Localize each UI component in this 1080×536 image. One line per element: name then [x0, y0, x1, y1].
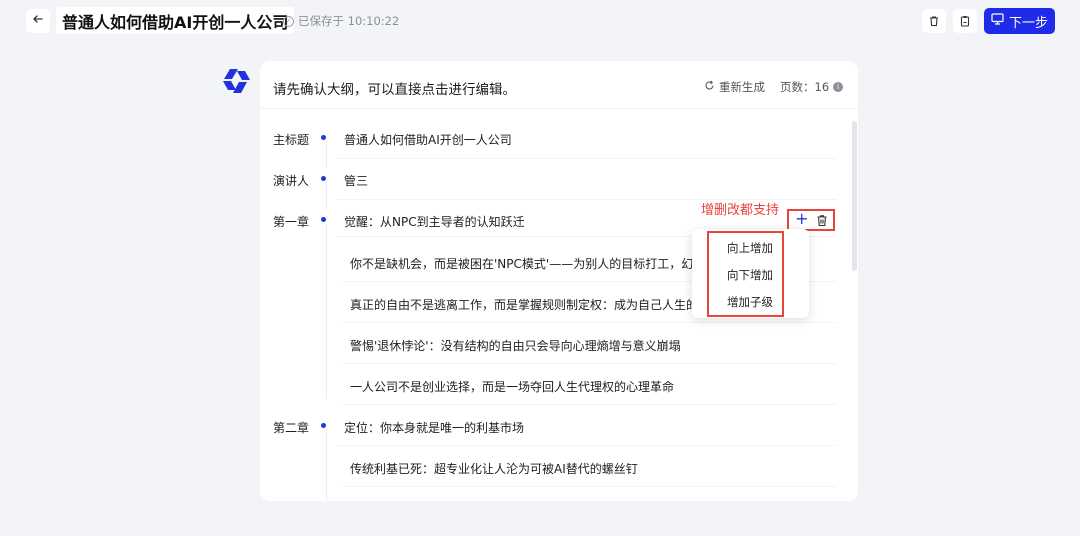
back-button[interactable] [26, 9, 50, 33]
outline-dot [321, 176, 326, 181]
next-step-button[interactable]: 下一步 [984, 8, 1055, 34]
refresh-icon [704, 80, 715, 94]
outline-dot [321, 217, 326, 222]
divider [336, 158, 836, 159]
page-count: 页数：16 i [780, 79, 844, 95]
check-circle-icon: ✓ [283, 15, 294, 27]
outline-connector [326, 224, 327, 399]
delete-button[interactable] [922, 9, 946, 33]
chapter-1-label: 第一章 [273, 215, 310, 229]
outline-connector [326, 182, 327, 210]
chapter-2-sub-1[interactable]: 传统利基已死：超专业化让人沦为可被AI替代的螺丝钉 [350, 460, 638, 477]
outline-dot [321, 135, 326, 140]
speaker-label: 演讲人 [273, 174, 310, 188]
chapter-1-sub-4[interactable]: 一人公司不是创业选择，而是一场夺回人生代理权的心理革命 [350, 378, 674, 395]
title-label: 主标题 [273, 133, 310, 147]
outline-connector [326, 429, 327, 501]
trash-icon [928, 12, 940, 31]
chapter-1-sub-3[interactable]: 警惕'退休悖论'：没有结构的自由只会导向心理熵增与意义崩塌 [350, 337, 681, 354]
chapter-2-label: 第二章 [273, 421, 310, 435]
save-status-text: 已保存于 10:10:22 [298, 14, 400, 28]
presentation-icon [991, 13, 1004, 29]
doc-title: 普通人如何借助AI开创一人公司 [62, 12, 289, 32]
clipboard-icon [959, 12, 971, 31]
panel-hint: 请先确认大纲，可以直接点击进行编辑。 [273, 82, 516, 98]
annotation-box-menu [707, 231, 784, 317]
regenerate-button[interactable]: 重新生成 [704, 79, 765, 95]
regenerate-label: 重新生成 [719, 80, 765, 94]
divider [336, 445, 836, 446]
clipboard-button[interactable] [953, 9, 977, 33]
trash-icon[interactable] [816, 212, 828, 231]
outline-dot [321, 423, 326, 428]
divider [342, 486, 836, 487]
arrow-left-icon [32, 13, 44, 29]
info-icon[interactable]: i [833, 82, 844, 92]
page-count-label: 页数：16 [780, 80, 830, 94]
title-value[interactable]: 普通人如何借助AI开创一人公司 [344, 131, 512, 148]
chapter-1-title[interactable]: 觉醒：从NPC到主导者的认知跃迁 [344, 213, 525, 230]
outline-connector [326, 141, 327, 169]
divider [342, 363, 836, 364]
chapter-1-sub-1[interactable]: 你不是缺机会，而是被困在'NPC模式'——为别人的目标打工，幻想退休 [350, 255, 729, 272]
panel-header: 请先确认大纲，可以直接点击进行编辑。 重新生成 页数：16 i [260, 61, 858, 109]
chapter-1-sub-2[interactable]: 真正的自由不是逃离工作，而是掌握规则制定权：成为自己人生的'导演' [350, 296, 729, 313]
annotation-text: 增删改都支持 [701, 203, 780, 218]
next-step-label: 下一步 [1008, 15, 1048, 31]
add-icon[interactable]: + [795, 210, 808, 228]
speaker-value[interactable]: 管三 [344, 172, 368, 189]
divider [342, 322, 836, 323]
divider [342, 404, 836, 405]
save-status: ✓ 已保存于 10:10:22 [283, 13, 399, 29]
scrollbar[interactable] [852, 121, 857, 271]
chapter-2-title[interactable]: 定位：你本身就是唯一的利基市场 [344, 419, 524, 436]
doc-title-field[interactable]: 普通人如何借助AI开创一人公司 [56, 7, 295, 34]
app-logo-icon [220, 66, 252, 98]
